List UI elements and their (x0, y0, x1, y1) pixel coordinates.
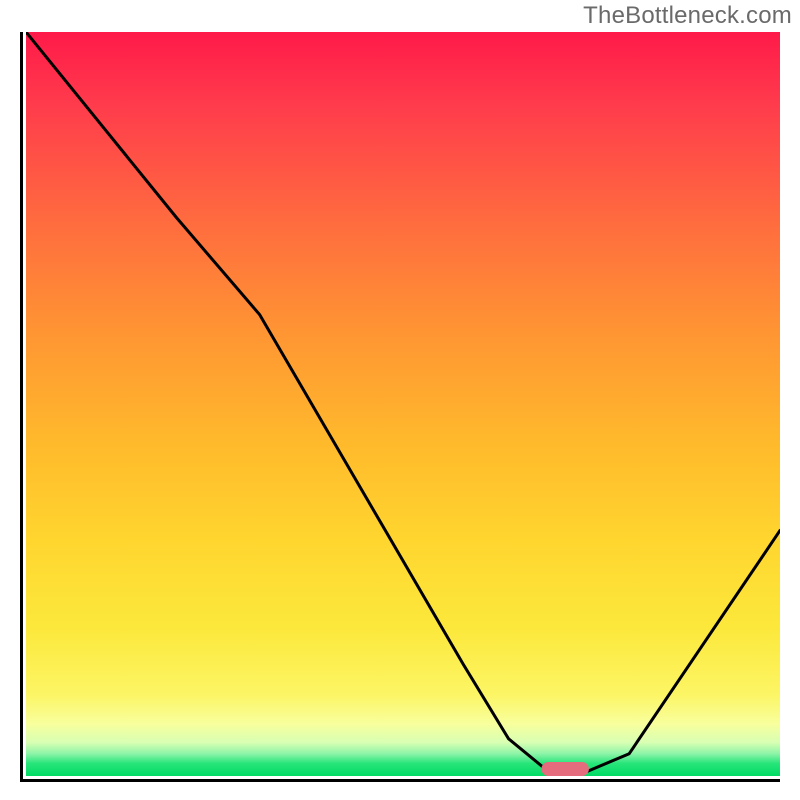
plot-area (26, 32, 780, 776)
watermark-text: TheBottleneck.com (583, 2, 792, 30)
optimal-marker (541, 762, 589, 776)
curve-layer (26, 32, 780, 776)
bottleneck-curve (26, 32, 780, 776)
plot-frame (20, 32, 780, 782)
chart-container: TheBottleneck.com (0, 0, 800, 800)
